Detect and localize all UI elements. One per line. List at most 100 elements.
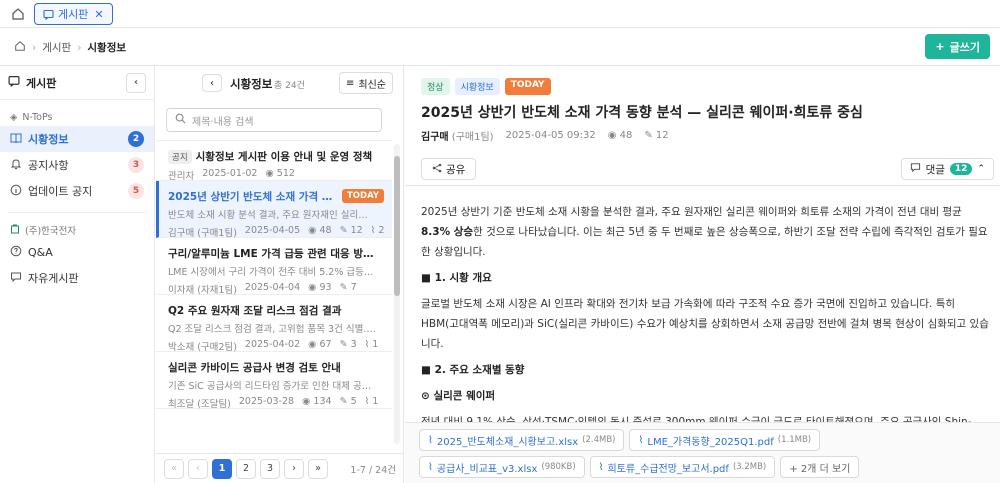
list-item[interactable]: Q2 주요 원자재 조달 리스크 점검 결과 Q2 조달 리스크 점검 결과, … <box>156 295 392 353</box>
board-icon <box>8 75 20 90</box>
page-button[interactable]: 2 <box>236 458 256 479</box>
sidebar-group-ntops: ◈ N-ToPs <box>0 108 154 126</box>
body-heading: ■ 2. 주요 소재별 동향 <box>421 364 525 376</box>
paperclip-icon: ⌇ <box>428 434 433 446</box>
attachment-chip[interactable]: ⌇ 희토류_수급전망_보고서.pdf (3.2MB) <box>589 456 776 478</box>
category-badge: 시황정보 <box>454 78 500 95</box>
count-badge: 3 <box>128 157 144 173</box>
eye-icon: ◉ <box>308 225 317 236</box>
collapse-sidebar-button[interactable]: ‹ <box>126 72 146 93</box>
post-author: 김구매 <box>421 132 449 143</box>
list-item-notice[interactable]: 공지 시황정보 게시판 이용 안내 및 운영 정책 관리자 2025-01-02 … <box>156 141 392 182</box>
paperclip-icon: ⌇ <box>370 225 376 236</box>
home-icon[interactable] <box>8 4 28 24</box>
more-attachments-button[interactable]: + 2개 더 보기 <box>780 456 860 478</box>
list-item-date: 2025-03-28 <box>238 396 295 407</box>
list-item-title: 시황정보 게시판 이용 안내 및 운영 정책 <box>195 151 373 163</box>
prev-page-button[interactable]: ‹ <box>188 458 208 479</box>
book-icon <box>10 132 22 147</box>
list-item[interactable]: 구리/알루미늄 LME 가격 급등 관련 대응 방안 공유 LME 시장에서 구… <box>156 238 392 296</box>
attachment-chip[interactable]: ⌇ 공급사_비교표_v3.xlsx (980KB) <box>419 456 585 478</box>
last-page-button[interactable]: » <box>308 458 328 479</box>
sidebar-item-label: 자유게시판 <box>28 272 79 285</box>
comment-count-badge: 12 <box>949 163 973 175</box>
share-button[interactable]: 공유 <box>421 158 477 180</box>
attachment-count: ⌇ 1 <box>365 396 379 410</box>
post-detail: 정상 시황정보 TODAY 2025년 상반기 반도체 소재 가격 동향 분석 … <box>405 66 1000 483</box>
list-item-meta: 김구매 (구매1팀) 2025-04-05 ◉ 48 ✎ 12 ⌇ 2 <box>168 225 384 239</box>
list-scrollbar[interactable] <box>394 144 400 444</box>
next-page-button[interactable]: › <box>284 458 304 479</box>
page-button[interactable]: 3 <box>260 458 280 479</box>
breadcrumb-bar: › 게시판 › 시황정보 + 글쓰기 <box>0 28 1000 66</box>
sidebar-item-label: 시황정보 <box>28 133 69 146</box>
list-count: 총 24건 <box>274 81 305 91</box>
sidebar-header: 게시판 ‹ <box>0 66 154 100</box>
comment-icon: ✎ <box>339 225 348 236</box>
write-button[interactable]: + 글쓰기 <box>925 34 990 59</box>
list-item-meta: 박소재 (구매2팀) 2025-04-02 ◉ 67 ✎ 3 ⌇ 1 <box>168 339 384 353</box>
sidebar-item-qna[interactable]: Q&A <box>0 239 154 265</box>
attachment-chip[interactable]: ⌇ LME_가격동향_2025Q1.pdf (1.1MB) <box>629 429 821 451</box>
comment-icon: ✎ <box>644 130 653 141</box>
list-item[interactable]: 실리콘 카바이드 공급사 변경 검토 안내 기존 SiC 공급사의 리드타임 증… <box>156 352 392 410</box>
list-item-author: 관리자 <box>168 171 195 182</box>
comment-count: ✎ 12 <box>340 225 363 239</box>
body-paragraph: 2025년 상반기 기준 반도체 소재 시황을 분석한 결과, 주요 원자재인 … <box>421 202 991 262</box>
body-paragraph: 전년 대비 9.1% 상승. 삼성·TSMC·인텔의 동시 증설로 300mm … <box>421 416 972 422</box>
sort-button[interactable]: ≡ 최신순 <box>339 72 393 94</box>
post-actions: 공유 댓글 12 ⌃ <box>405 152 1000 186</box>
list-item-author: 최조달 (조달팀) <box>168 399 231 410</box>
tab-board[interactable]: 게시판 ✕ <box>34 3 113 25</box>
attachment-chip[interactable]: ⌇ 2025_반도체소재_시황보고.xlsx (2.4MB) <box>419 429 625 451</box>
sidebar-item-notice[interactable]: 공지사항 3 <box>0 152 154 178</box>
list-item-author: 박소재 (구매2팀) <box>168 342 237 353</box>
attachment-name: 2025_반도체소재_시황보고.xlsx <box>436 436 579 448</box>
attachment-name: 공급사_비교표_v3.xlsx <box>436 463 538 475</box>
chat-icon <box>10 271 22 286</box>
list-item-date: 2025-01-02 <box>202 168 258 179</box>
attachment-count-value: 1 <box>372 339 379 350</box>
sidebar-item-market[interactable]: 시황정보 2 <box>0 126 154 152</box>
comment-count-value: 3 <box>350 339 357 350</box>
list-item-date: 2025-04-02 <box>244 339 301 350</box>
view-count-value: 134 <box>313 396 332 407</box>
list-item-preview: 반도체 소재 시황 분석 결과, 주요 원자재인 실리콘 웨이퍼와 희토류 소재… <box>168 210 376 221</box>
first-page-button[interactable]: « <box>164 458 184 479</box>
back-button[interactable]: ‹ <box>202 74 222 92</box>
search-input[interactable]: 제목·내용 검색 <box>166 108 382 132</box>
scrollbar-thumb[interactable] <box>394 156 400 296</box>
view-count: ◉ 48 <box>308 225 331 239</box>
list-item-preview: 기존 SiC 공급사의 리드타임 증가로 인한 대체 공급사 검토를 진행 <box>168 381 376 392</box>
pagination-info: 1-7 / 24건 <box>350 464 396 476</box>
sidebar: 게시판 ‹ ◈ N-ToPs 시황정보 2 공지사항 3 업데이트 공지 5 (… <box>0 66 155 483</box>
comments-toggle-button[interactable]: 댓글 12 ⌃ <box>900 158 994 180</box>
list-item-meta: 관리자 2025-01-02 ◉ 512 <box>168 168 384 182</box>
notice-badge: 공지 <box>168 149 192 164</box>
breadcrumb-separator: › <box>32 41 37 54</box>
post-datetime: 2025-04-05 09:32 <box>505 130 596 141</box>
sidebar-item-update[interactable]: 업데이트 공지 5 <box>0 178 154 204</box>
tab-bar: 게시판 ✕ <box>0 0 1000 28</box>
paperclip-icon: ⌇ <box>428 461 433 473</box>
paperclip-icon: ⌇ <box>598 461 604 473</box>
close-icon[interactable]: ✕ <box>94 8 103 21</box>
write-button-label: 글쓰기 <box>949 40 980 54</box>
breadcrumb-item-board[interactable]: 게시판 <box>42 40 71 55</box>
eye-icon: ◉ <box>308 339 317 350</box>
sidebar-item-free[interactable]: 자유게시판 <box>0 265 154 291</box>
comment-count: ✎ 5 <box>340 396 357 410</box>
pagination: « ‹ 1 2 3 › » 1-7 / 24건 <box>156 453 404 483</box>
comment-count: ✎ 7 <box>340 282 357 296</box>
comment-count: ✎ 12 <box>644 130 668 141</box>
list-item[interactable]: 2025년 상반기 반도체 소재 가격 동향 분석 — 실리콘 웨이퍼·희토류 … <box>156 181 392 239</box>
attachment-name: 희토류_수급전망_보고서.pdf <box>607 463 729 475</box>
list-item-author: 이자재 (자재1팀) <box>168 285 237 296</box>
home-icon[interactable] <box>14 40 26 55</box>
page-button[interactable]: 1 <box>212 458 232 479</box>
list-item-title: Q2 주요 원자재 조달 리스크 점검 결과 <box>168 305 342 317</box>
sidebar-item-label: 업데이트 공지 <box>28 185 93 198</box>
attachment-size: (980KB) <box>541 462 576 472</box>
post-team: (구매1팀) <box>451 132 494 143</box>
attachment-size: (1.1MB) <box>777 435 812 445</box>
